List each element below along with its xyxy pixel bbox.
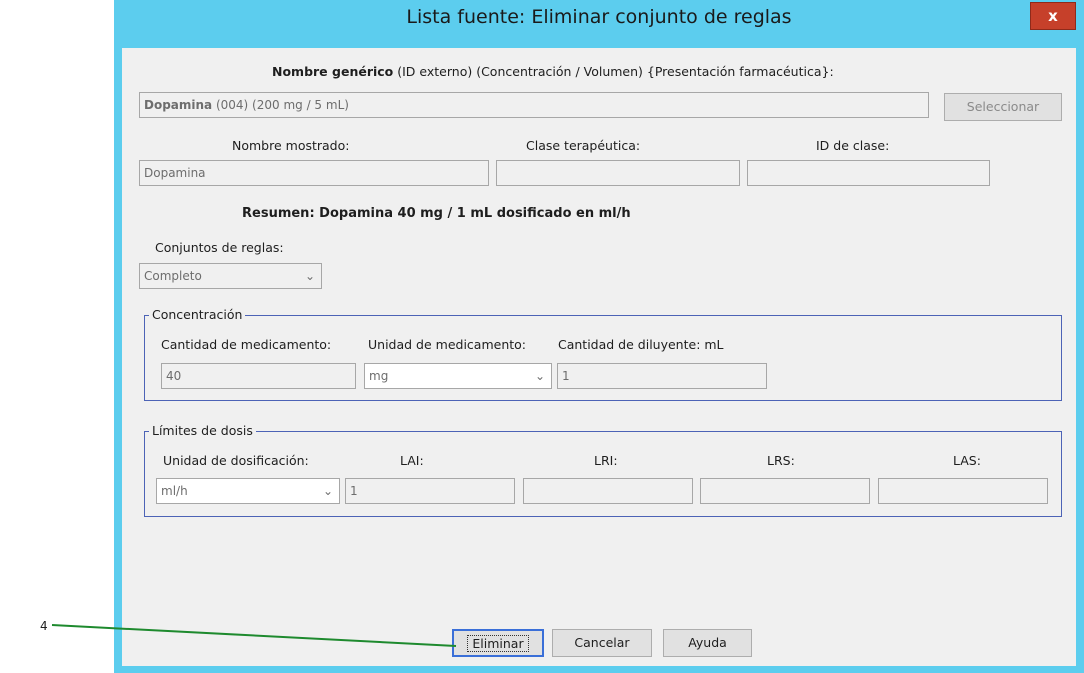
class-id-label: ID de clase: bbox=[816, 138, 890, 153]
las-label: LAS: bbox=[953, 453, 981, 468]
therapeutic-class-label: Clase terapéutica: bbox=[526, 138, 641, 153]
dialog-body: Nombre genérico (ID externo) (Concentrac… bbox=[122, 48, 1076, 666]
close-icon: x bbox=[1048, 7, 1058, 25]
class-id-field bbox=[747, 160, 990, 186]
display-name-field: Dopamina bbox=[139, 160, 489, 186]
dialog-window: Lista fuente: Eliminar conjunto de regla… bbox=[114, 0, 1084, 673]
therapeutic-class-field bbox=[496, 160, 740, 186]
generic-name-header: Nombre genérico (ID externo) (Concentrac… bbox=[272, 64, 834, 79]
rulesets-dropdown[interactable]: Completo ⌄ bbox=[139, 263, 322, 289]
dosing-unit-label: Unidad de dosificación: bbox=[163, 453, 309, 468]
drug-amount-label: Cantidad de medicamento: bbox=[161, 337, 332, 352]
las-field bbox=[878, 478, 1048, 504]
rulesets-label: Conjuntos de reglas: bbox=[155, 240, 284, 255]
lai-field: 1 bbox=[345, 478, 515, 504]
dose-limits-title: Límites de dosis bbox=[149, 423, 256, 438]
help-button[interactable]: Ayuda bbox=[663, 629, 752, 657]
concentration-title: Concentración bbox=[149, 307, 246, 322]
dose-limits-group: Límites de dosis Unidad de dosificación:… bbox=[144, 423, 1062, 517]
summary-text: Resumen: Dopamina 40 mg / 1 mL dosificad… bbox=[242, 206, 631, 221]
drug-unit-dropdown[interactable]: mg ⌄ bbox=[364, 363, 552, 389]
lri-label: LRI: bbox=[594, 453, 618, 468]
concentration-group: Concentración Cantidad de medicamento: U… bbox=[144, 307, 1062, 401]
lrs-label: LRS: bbox=[767, 453, 795, 468]
drug-unit-label: Unidad de medicamento: bbox=[368, 337, 527, 352]
chevron-down-icon: ⌄ bbox=[322, 484, 333, 498]
diluent-field: 1 bbox=[557, 363, 767, 389]
delete-button[interactable]: Eliminar bbox=[452, 629, 544, 657]
cancel-button[interactable]: Cancelar bbox=[552, 629, 652, 657]
generic-name-field: Dopamina (004) (200 mg / 5 mL) bbox=[139, 92, 929, 118]
display-name-label: Nombre mostrado: bbox=[232, 138, 350, 153]
lri-field bbox=[523, 478, 693, 504]
diluent-label: Cantidad de diluyente: mL bbox=[558, 337, 724, 352]
window-title: Lista fuente: Eliminar conjunto de regla… bbox=[406, 6, 792, 28]
close-button[interactable]: x bbox=[1030, 2, 1076, 30]
chevron-down-icon: ⌄ bbox=[304, 269, 315, 283]
chevron-down-icon: ⌄ bbox=[534, 369, 545, 383]
select-button[interactable]: Seleccionar bbox=[944, 93, 1062, 121]
callout-number: 4 bbox=[40, 619, 48, 633]
dosing-unit-dropdown[interactable]: ml/h ⌄ bbox=[156, 478, 340, 504]
lai-label: LAI: bbox=[400, 453, 424, 468]
drug-amount-field: 40 bbox=[161, 363, 356, 389]
lrs-field bbox=[700, 478, 870, 504]
title-bar: Lista fuente: Eliminar conjunto de regla… bbox=[114, 0, 1084, 48]
